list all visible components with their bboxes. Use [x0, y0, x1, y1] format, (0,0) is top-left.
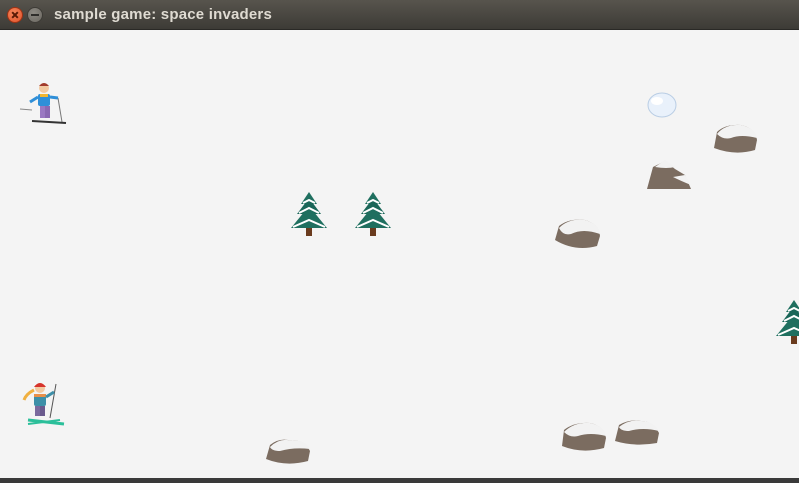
- pine-tree-icon: [291, 192, 327, 236]
- pine-tree-icon: [776, 300, 799, 344]
- title-bar: sample game: space invaders: [0, 0, 799, 30]
- close-icon[interactable]: [7, 7, 23, 23]
- snow-rock-icon: [562, 422, 606, 451]
- snow-rock-icon: [615, 420, 659, 445]
- window-title: sample game: space invaders: [54, 6, 273, 23]
- game-window: sample game: space invaders: [0, 0, 799, 483]
- snow-rock-icon: [266, 439, 310, 464]
- snowball-icon: [647, 92, 677, 118]
- snow-rock-icon: [555, 219, 600, 248]
- minimize-icon[interactable]: [27, 7, 43, 23]
- game-canvas[interactable]: [0, 30, 799, 478]
- skier-girl-icon: [22, 383, 65, 426]
- window-bottom-border: [0, 478, 799, 483]
- snow-rock-icon: [714, 124, 757, 153]
- pine-tree-icon: [355, 192, 391, 236]
- snow-rock-icon: [647, 160, 691, 189]
- skier-boy-icon: [19, 83, 67, 124]
